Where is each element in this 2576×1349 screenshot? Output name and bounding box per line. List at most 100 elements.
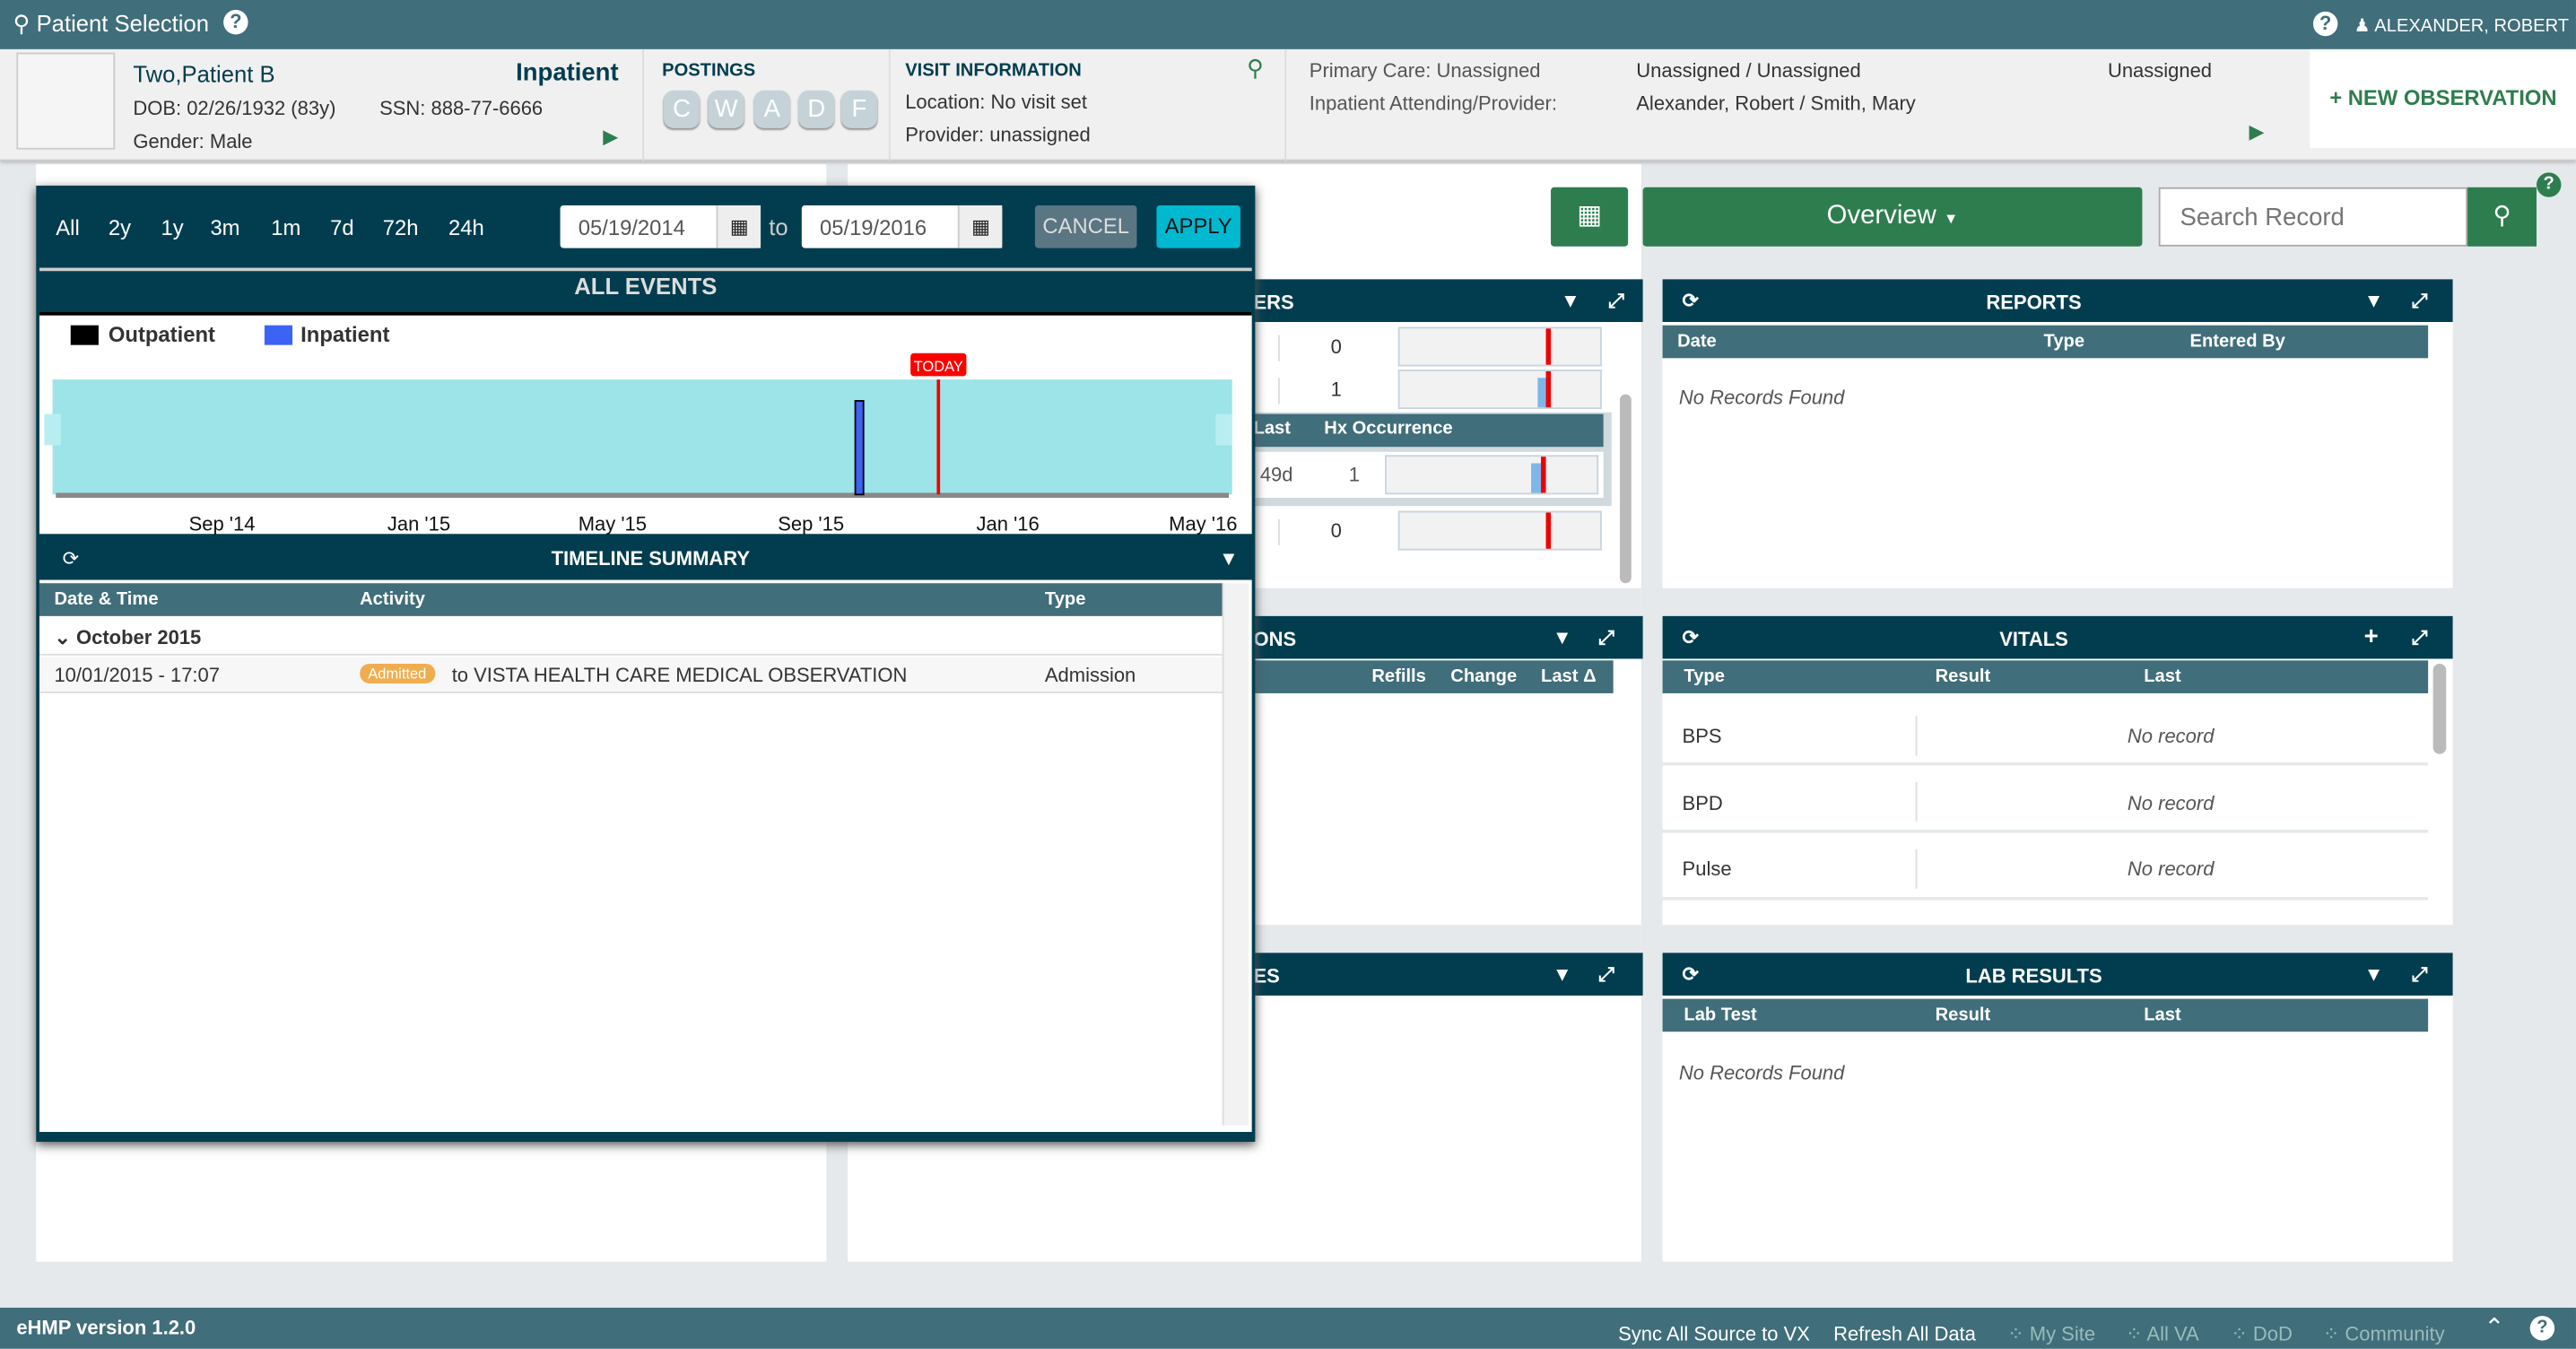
calendar-icon[interactable]: ▦ [957, 205, 1003, 248]
events-chart-area: Outpatient Inpatient TODAY Sep '14 Jan '15… [39, 312, 1252, 535]
patient-photo [16, 52, 116, 150]
to-date-input[interactable]: 05/19/2016 ▦ [801, 205, 1003, 248]
search-record-input[interactable] [2158, 187, 2468, 247]
filter-icon[interactable]: ▼ [1553, 626, 1572, 649]
collapse-up-icon[interactable]: ⌃ [2484, 1312, 2504, 1342]
range-1y[interactable]: 1y [161, 215, 183, 239]
new-observation-button[interactable]: + NEW OBSERVATION [2310, 48, 2576, 148]
patient-selection-link[interactable]: ⚲ Patient Selection [13, 10, 209, 38]
filter-icon[interactable]: ▼ [1561, 289, 1580, 312]
calendar-icon[interactable]: ▦ [716, 205, 761, 248]
today-line [1545, 328, 1552, 365]
help-icon[interactable]: ? [2536, 172, 2562, 197]
x-tick-label: Sep '15 [778, 513, 844, 535]
reports-columns: Date Type Entered By [1662, 325, 2429, 359]
posting-c[interactable]: C [663, 90, 701, 128]
range-72h[interactable]: 72h [383, 215, 419, 239]
vital-row[interactable]: Pulse No record [1662, 840, 2429, 901]
range-2y[interactable]: 2y [109, 215, 131, 239]
range-1m[interactable]: 1m [271, 215, 300, 239]
loading-icon: ⁘ [2007, 1322, 2024, 1346]
primary-care-extra: Unassigned [2107, 58, 2213, 83]
range-all[interactable]: All [56, 215, 79, 239]
refresh-all-link[interactable]: Refresh All Data [1833, 1322, 1976, 1345]
last-value: 49d [1259, 463, 1293, 487]
summary-columns: Date & Time Activity Type [39, 583, 1223, 616]
grid-view-button[interactable]: ▦ [1551, 187, 1629, 247]
help-icon[interactable]: ? [2529, 1316, 2555, 1341]
timeline-summary-header: ⟳ TIMELINE SUMMARY ▼ [62, 546, 1239, 570]
visit-location: Location: No visit set [905, 90, 1088, 114]
source-my-site[interactable]: ⁘ My Site [2007, 1322, 2095, 1345]
filter-icon[interactable]: ▼ [2364, 962, 2384, 986]
source-all-va[interactable]: ⁘ All VA [2126, 1322, 2199, 1345]
expand-icon[interactable]: ⤢ [1608, 289, 1624, 313]
apply-button[interactable]: APPLY [1156, 205, 1240, 248]
legend-swatch-inpatient [264, 325, 293, 345]
expand-arrow-icon[interactable]: ▶ [2249, 120, 2264, 144]
right-range-handle[interactable] [1215, 413, 1232, 446]
source-dod[interactable]: ⁘ DoD [2231, 1322, 2293, 1345]
range-7d[interactable]: 7d [330, 215, 354, 239]
divider [1284, 48, 1287, 161]
table-row[interactable]: 10/01/2015 - 17:07 Admitted to VISTA HEA… [39, 657, 1223, 693]
caret-down-icon: ▼ [1943, 210, 1959, 227]
user-menu[interactable]: ♟ ALEXANDER, ROBERT [2354, 14, 2569, 36]
posting-d[interactable]: D [798, 90, 835, 128]
expand-icon[interactable]: ⤢ [2412, 289, 2428, 313]
add-icon[interactable]: + [2364, 622, 2379, 650]
version-label: eHMP version 1.2.0 [16, 1316, 196, 1339]
search-button[interactable]: ⚲ [2467, 187, 2537, 247]
cancel-button[interactable]: CANCEL [1034, 205, 1137, 248]
posting-f[interactable]: F [840, 90, 878, 128]
reports-applet-header: ⟳ REPORTS ▼ ⤢ [1662, 279, 2453, 322]
range-3m[interactable]: 3m [210, 215, 239, 239]
help-icon[interactable]: ? [2312, 11, 2338, 37]
expand-icon[interactable]: ⤢ [1598, 962, 1614, 987]
loading-icon: ⁘ [2231, 1322, 2248, 1346]
vitals-applet-header: ⟳ VITALS + ⤢ [1662, 615, 2453, 659]
patient-status: Inpatient [516, 58, 619, 88]
sync-all-link[interactable]: Sync All Source to VX [1618, 1322, 1810, 1345]
empty-message: No Records Found [1678, 1061, 1845, 1084]
divider [1277, 335, 1280, 361]
empty-message: No Records Found [1678, 386, 1845, 410]
posting-a[interactable]: A [753, 90, 790, 128]
group-row-october-2015[interactable]: ⌄ October 2015 [39, 620, 1223, 656]
divider [1915, 849, 1918, 889]
source-community[interactable]: ⁘ Community [2323, 1322, 2445, 1345]
expand-icon[interactable]: ⤢ [2412, 962, 2428, 987]
vital-row[interactable]: BPS No record [1662, 707, 2429, 766]
scrollbar[interactable] [2432, 663, 2447, 754]
filter-icon[interactable]: ▼ [2364, 289, 2384, 312]
location-pin-icon[interactable]: ⚲ [1247, 54, 1264, 82]
scrollbar[interactable] [1222, 583, 1249, 1126]
to-label: to [769, 213, 788, 240]
filter-icon[interactable]: ▼ [1219, 547, 1239, 570]
posting-w[interactable]: W [708, 90, 744, 128]
scrollbar[interactable] [1619, 394, 1632, 584]
overview-dropdown[interactable]: Overview ▼ [1642, 187, 2143, 247]
footer: eHMP version 1.2.0 Sync All Source to VX… [0, 1307, 2576, 1349]
encounter-count: 1 [1330, 378, 1342, 401]
third-applet-header: ES ▼ ⤢ [1253, 953, 1643, 996]
grid-icon: ▦ [1577, 202, 1602, 231]
left-range-handle[interactable] [44, 413, 61, 446]
expand-icon[interactable]: ⤢ [2412, 626, 2428, 650]
divider [1277, 378, 1280, 405]
x-tick-label: Sep '14 [189, 513, 256, 535]
help-icon[interactable]: ? [223, 9, 248, 35]
from-date-input[interactable]: 05/19/2014 ▦ [560, 205, 761, 248]
occurrence-bar [1385, 455, 1599, 495]
patient-header: Two,Patient B Inpatient DOB: 02/26/1932 … [0, 48, 2576, 161]
legend-outpatient: Outpatient [108, 321, 215, 347]
vital-row[interactable]: BPD No record [1662, 772, 2429, 833]
filter-icon[interactable]: ▼ [1553, 962, 1572, 986]
timeline-popup: All 2y 1y 3m 1m 7d 72h 24h 05/19/2014 ▦ … [36, 185, 1256, 1142]
expand-icon[interactable]: ⤢ [1598, 626, 1614, 650]
all-events-title: ALL EVENTS [574, 273, 718, 300]
expand-arrow-icon[interactable]: ▶ [603, 125, 618, 148]
patient-name[interactable]: Two,Patient B [133, 61, 274, 87]
legend-inpatient: Inpatient [300, 321, 390, 347]
range-24h[interactable]: 24h [448, 215, 484, 239]
